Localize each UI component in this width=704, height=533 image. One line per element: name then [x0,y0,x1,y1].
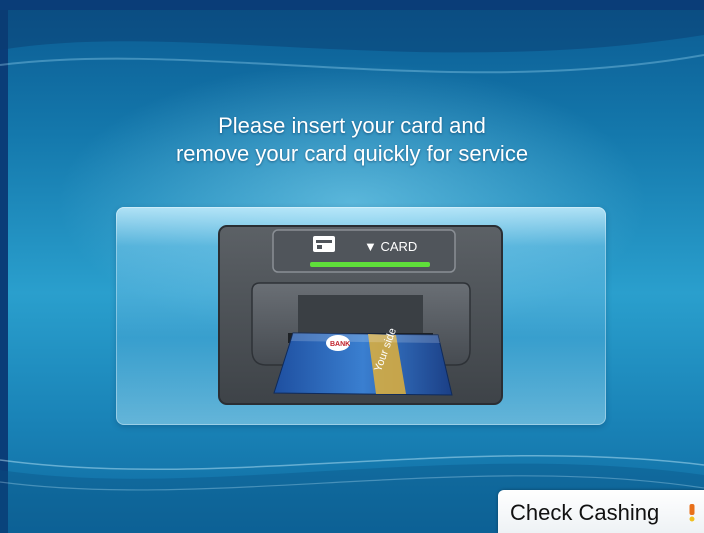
card-reader-illustration: ▼ CARD BANK Your side [218,225,503,405]
instruction-line-2: remove your card quickly for service [175,141,529,166]
atm-screen: Please insert your card and remove your … [0,0,704,533]
card-indicator-label: ▼ CARD [364,239,417,254]
card-slot-icon [313,236,335,252]
bank-card-icon: BANK Your side [273,327,453,396]
card-bank-text: BANK [330,341,350,348]
top-wave-decoration [0,10,704,74]
check-cashing-label: Check Cashing [510,500,660,525]
warning-icon [689,504,695,522]
screen-top-border [0,0,704,10]
check-cashing-button[interactable]: Check Cashing [498,490,704,533]
insert-card-instruction: Please insert your card and remove your … [0,112,704,168]
instruction-line-1: Please insert your card and [218,113,486,138]
card-indicator-light [310,262,430,267]
